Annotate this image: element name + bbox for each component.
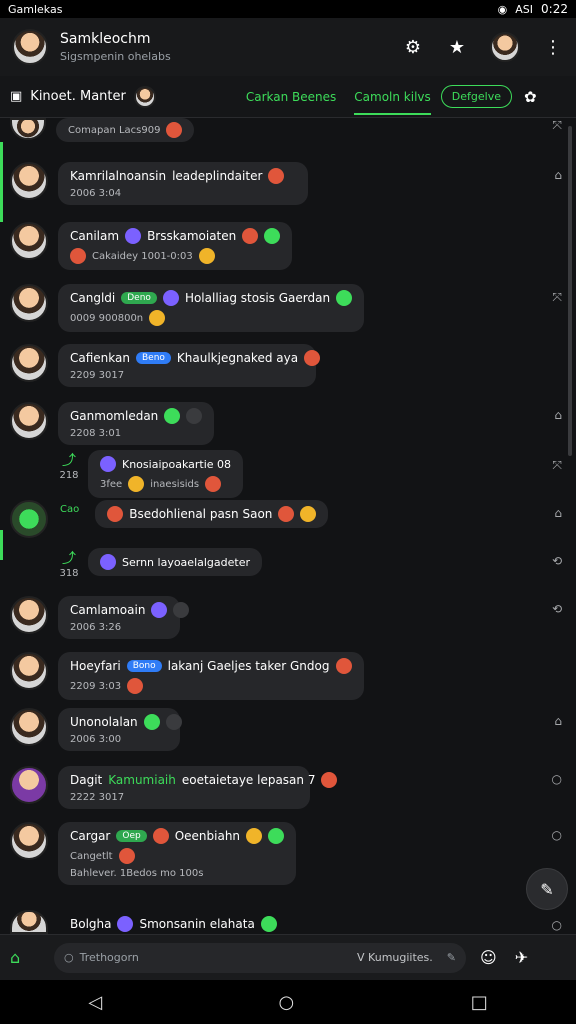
- battery-label: ASI: [515, 2, 534, 16]
- home-icon[interactable]: ⌂: [554, 506, 562, 520]
- channel-name[interactable]: ▣ Kinoet. Manter: [10, 85, 156, 108]
- avatar: [10, 162, 48, 200]
- list-item[interactable]: Kamrilalnoansin leadeplindaiter 2006 3:04: [10, 162, 308, 205]
- avatar: [10, 596, 48, 634]
- list-item[interactable]: Cao Bsedohlienal pasn Saon: [10, 500, 329, 538]
- tab-settings-icon[interactable]: ✿: [524, 88, 537, 106]
- avatar: [10, 118, 46, 140]
- star-icon[interactable]: ★: [446, 37, 468, 58]
- reply-icon[interactable]: ⟲: [552, 602, 562, 616]
- sticker-icon[interactable]: ✈: [515, 948, 528, 967]
- unread-marker: [0, 142, 3, 222]
- avatar: [10, 822, 48, 860]
- scrollbar[interactable]: [568, 126, 572, 456]
- circle-icon[interactable]: ○: [552, 828, 562, 842]
- tab-camoln[interactable]: Camoln kilvs: [354, 90, 431, 115]
- app-header: Samkleochm Sigsmpenin ohelabs ⚙ ★ ⋮: [0, 18, 576, 76]
- link-icon[interactable]: ⤧: [552, 458, 562, 473]
- list-item[interactable]: Unonolalan 2006 3:00: [10, 708, 182, 751]
- avatar: [10, 652, 48, 690]
- pin-icon[interactable]: ⤧: [552, 118, 562, 133]
- compose-icon: ✎: [540, 879, 554, 899]
- list-item[interactable]: Cargar Oep Oeenbiahn Cangetlt Bahlever. 1Bed…: [10, 822, 297, 885]
- more-vert-icon[interactable]: ⋮: [542, 37, 564, 58]
- emoji-icon[interactable]: ☺: [480, 948, 497, 967]
- pen-icon[interactable]: ✎: [447, 951, 456, 964]
- list-item[interactable]: Dagit Kamumiaih eoetaietaye lepasan 7 2222 …: [10, 766, 338, 809]
- back-icon[interactable]: ◁: [88, 992, 102, 1013]
- avatar: [10, 708, 48, 746]
- channel-label: Kinoet. Manter: [30, 89, 126, 104]
- gear-icon[interactable]: ⚙: [402, 37, 424, 58]
- avatar: [10, 766, 48, 804]
- home-icon[interactable]: ⌂: [554, 714, 562, 728]
- channel-avatar: [133, 85, 156, 108]
- avatar: [10, 402, 48, 440]
- avatar[interactable]: [12, 29, 48, 65]
- composer: ⌂ ○ Trethogorn V Kumugiites. ✎ ☺ ✈: [0, 934, 576, 980]
- message-feed[interactable]: Comapan Lacs909 ⤧ Kamrilalnoansin leadepl…: [0, 118, 576, 934]
- status-app: Gamlekas: [8, 2, 63, 16]
- wifi-icon: ◉: [497, 2, 508, 16]
- list-item[interactable]: Ganmomledan 2208 3:01: [10, 402, 215, 445]
- link-icon[interactable]: ⤧: [552, 290, 562, 305]
- avatar: [10, 500, 48, 538]
- profile-avatar[interactable]: [490, 32, 520, 62]
- circle-icon[interactable]: ○: [552, 772, 562, 786]
- list-item[interactable]: Cangldi Deno Holalliag stosis Gaerdan 0009 …: [10, 284, 365, 332]
- emoji-icon: [166, 122, 183, 138]
- circle-icon[interactable]: ○: [552, 918, 562, 932]
- tab-carkan[interactable]: Carkan Beenes: [246, 90, 336, 104]
- avatar: [10, 222, 48, 260]
- page-subtitle: Sigsmpenin ohelabs: [60, 50, 171, 63]
- list-item[interactable]: Canilam Brsskamoiaten Cakaidey 1001-0:03: [10, 222, 293, 270]
- recents-icon[interactable]: □: [471, 992, 488, 1013]
- list-item[interactable]: Comapan Lacs909: [10, 118, 195, 142]
- system-nav: ◁ ○ □: [0, 980, 576, 1024]
- list-item[interactable]: Camlamoain 2006 3:26: [10, 596, 190, 639]
- tab-pill[interactable]: Defgelve: [440, 85, 512, 108]
- list-item[interactable]: Bolgha Smonsanin elahata: [10, 910, 289, 934]
- status-bar: Gamlekas ◉ ASI 0:22: [0, 0, 576, 18]
- square-icon: ▣: [10, 89, 23, 104]
- home-icon[interactable]: ⌂: [554, 168, 562, 182]
- list-item[interactable]: Hoeyfari Bono lakanj Gaeljes taker Gndog 22…: [10, 652, 364, 700]
- compose-button[interactable]: ✎: [526, 868, 568, 910]
- status-time: 0:22: [541, 2, 568, 16]
- avatar: [10, 284, 48, 322]
- list-item[interactable]: Cafienkan Beno Khaulkjegnaked aya 2209 3017: [10, 344, 321, 387]
- reply-icon[interactable]: ⟲: [552, 554, 562, 568]
- home-icon[interactable]: ⌂: [10, 948, 34, 967]
- channel-tabs: ▣ Kinoet. Manter Carkan Beenes Camoln ki…: [0, 76, 576, 118]
- message-input[interactable]: ○ Trethogorn V Kumugiites. ✎: [54, 942, 466, 973]
- reply-item[interactable]: ⤴ 318 Sernn layoaelalgadeter: [56, 548, 262, 579]
- reply-item[interactable]: ⤴ 218 Knosiaipoakartie 08 3fee inaesisids: [56, 450, 244, 498]
- avatar: [10, 344, 48, 382]
- home-icon[interactable]: ⌂: [554, 408, 562, 422]
- avatar: [10, 910, 48, 934]
- home-button-icon[interactable]: ○: [279, 992, 295, 1013]
- search-icon: ○: [64, 951, 74, 964]
- page-title: Samkleochm: [60, 31, 151, 47]
- unread-marker: [0, 530, 3, 560]
